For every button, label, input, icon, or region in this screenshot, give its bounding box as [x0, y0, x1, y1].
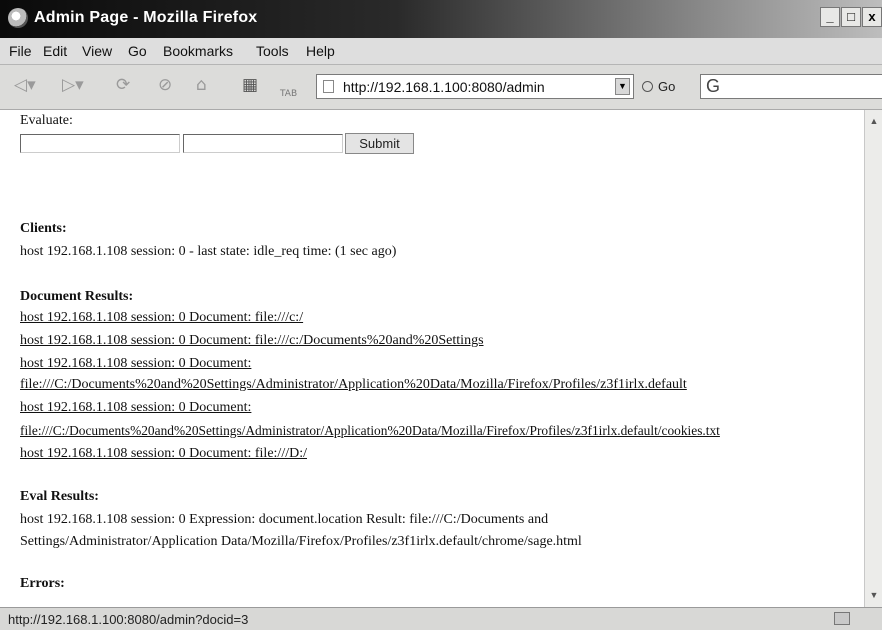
menu-edit[interactable]: Edit [43, 43, 67, 59]
address-bar[interactable]: http://192.168.1.100:8080/admin ▼ [316, 74, 634, 99]
evaluate-input-2[interactable] [183, 134, 343, 153]
menu-bookmarks[interactable]: Bookmarks [163, 43, 233, 59]
stop-icon[interactable]: ⊘ [158, 75, 172, 95]
eval-result-line: Settings/Administrator/Application Data/… [20, 534, 582, 549]
status-bar: http://192.168.1.100:8080/admin?docid=3 [0, 607, 882, 630]
page-content: Evaluate: Submit Clients: host 192.168.1… [18, 110, 864, 607]
menu-view[interactable]: View [82, 43, 112, 59]
window-title: Admin Page - Mozilla Firefox [34, 9, 258, 26]
client-line: host 192.168.1.108 session: 0 - last sta… [20, 244, 397, 259]
menu-help[interactable]: Help [306, 43, 335, 59]
chevron-down-icon[interactable]: ▼ [615, 78, 630, 95]
document-link[interactable]: host 192.168.1.108 session: 0 Document: [20, 356, 251, 372]
page-icon [323, 80, 334, 93]
eval-result-line: host 192.168.1.108 session: 0 Expression… [20, 512, 549, 527]
document-link[interactable]: file:///C:/Documents%20and%20Settings/Ad… [20, 377, 687, 393]
search-bar[interactable]: G [700, 74, 882, 99]
close-button[interactable]: x [862, 7, 882, 27]
maximize-button[interactable]: □ [841, 7, 861, 27]
scroll-up-icon[interactable]: ▲ [869, 114, 879, 128]
screenshot-icon[interactable]: ▦ [242, 75, 258, 95]
title-bar: Admin Page - Mozilla Firefox _ □ x [0, 0, 882, 38]
menu-tools[interactable]: Tools [256, 43, 289, 59]
errors-heading: Errors: [20, 576, 65, 591]
reload-icon[interactable]: ⟳ [116, 75, 130, 95]
minimize-button[interactable]: _ [820, 7, 840, 27]
back-icon[interactable]: ◁▾ [14, 75, 36, 95]
scroll-down-icon[interactable]: ▼ [869, 588, 879, 602]
menu-bar: File Edit View Go Bookmarks Tools Help [0, 38, 882, 65]
security-icon [834, 612, 850, 625]
document-link[interactable]: host 192.168.1.108 session: 0 Document: … [20, 310, 303, 326]
go-button[interactable]: Go [642, 79, 675, 94]
menu-go[interactable]: Go [128, 43, 147, 59]
go-icon [642, 81, 653, 92]
evaluate-input-1[interactable] [20, 134, 180, 153]
tab-icon[interactable]: TAB [280, 89, 297, 99]
url-text[interactable]: http://192.168.1.100:8080/admin [343, 79, 545, 95]
navigation-toolbar: ◁▾ ▷▾ ⟳ ⊘ ⌂ ▦ TAB http://192.168.1.100:8… [0, 65, 882, 110]
document-link[interactable]: file:///C:/Documents%20and%20Settings/Ad… [20, 423, 720, 439]
menu-file[interactable]: File [9, 43, 32, 59]
document-link[interactable]: host 192.168.1.108 session: 0 Document: [20, 400, 251, 416]
document-link[interactable]: host 192.168.1.108 session: 0 Document: … [20, 446, 307, 462]
go-label: Go [658, 79, 676, 94]
clients-heading: Clients: [20, 221, 67, 236]
evaluate-label: Evaluate: [20, 113, 73, 128]
forward-icon[interactable]: ▷▾ [62, 75, 84, 95]
vertical-scrollbar[interactable]: ▲ ▼ [864, 110, 882, 607]
status-text: http://192.168.1.100:8080/admin?docid=3 [8, 612, 249, 627]
home-icon[interactable]: ⌂ [196, 75, 207, 95]
document-link[interactable]: host 192.168.1.108 session: 0 Document: … [20, 333, 484, 349]
google-icon[interactable]: G [706, 76, 720, 97]
document-results-heading: Document Results: [20, 289, 134, 304]
firefox-icon [8, 8, 28, 28]
eval-results-heading: Eval Results: [20, 489, 99, 504]
content-margin [0, 110, 18, 607]
browser-window: Admin Page - Mozilla Firefox _ □ x File … [0, 0, 882, 630]
submit-button[interactable]: Submit [345, 133, 414, 154]
